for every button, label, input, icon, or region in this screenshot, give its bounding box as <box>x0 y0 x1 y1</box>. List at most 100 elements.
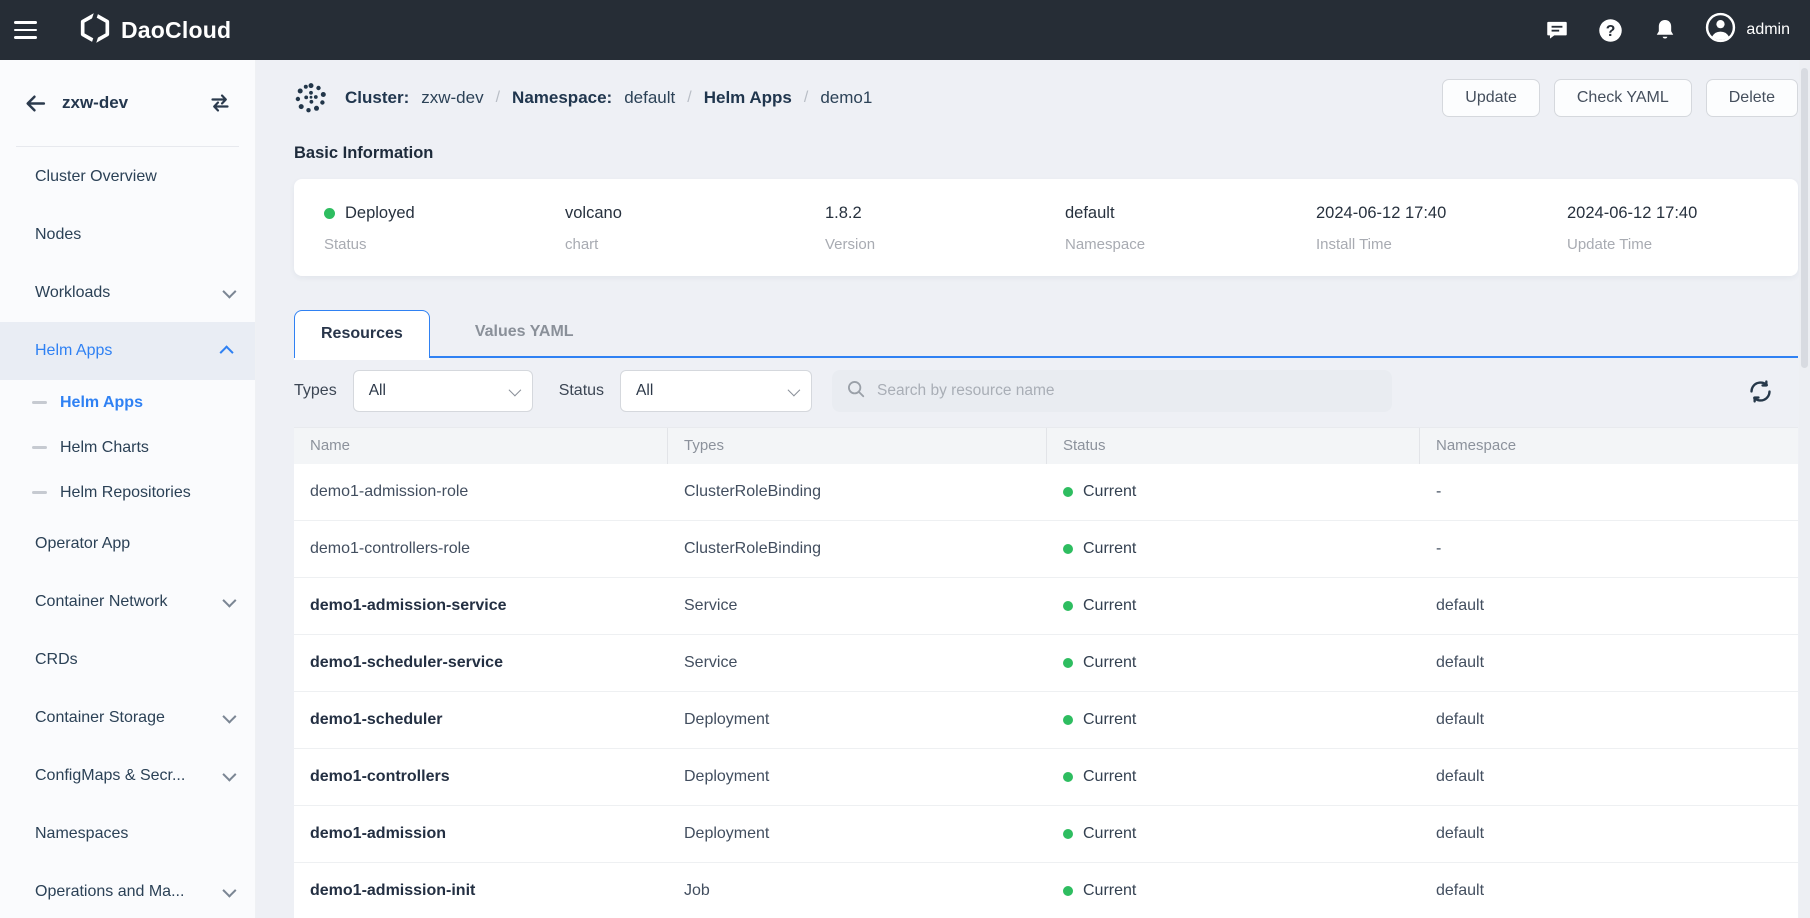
sidebar-item-helm-apps-sub[interactable]: Helm Apps <box>0 380 255 425</box>
hamburger-icon[interactable] <box>14 13 48 47</box>
info-label: chart <box>565 236 825 253</box>
breadcrumb-separator: / <box>496 89 500 107</box>
refresh-icon[interactable] <box>1745 376 1775 406</box>
check-yaml-button[interactable]: Check YAML <box>1554 79 1692 117</box>
scrollbar[interactable] <box>1799 60 1810 918</box>
info-field-chart: volcanochart <box>565 204 825 253</box>
column-header-namespace: Namespace <box>1420 428 1798 464</box>
sidebar-item-helm-repositories-sub[interactable]: Helm Repositories <box>0 470 255 515</box>
sidebar-item-operations-and-ma[interactable]: Operations and Ma... <box>0 863 255 918</box>
info-field-install-time: 2024-06-12 17:40Install Time <box>1316 204 1567 253</box>
sidebar-item-namespaces[interactable]: Namespaces <box>0 805 255 863</box>
tab-resources[interactable]: Resources <box>294 310 430 358</box>
status-dot <box>1063 715 1073 725</box>
status-dot <box>1063 829 1073 839</box>
resource-name[interactable]: demo1-admission <box>294 825 668 843</box>
column-header-types: Types <box>668 428 1047 464</box>
sidebar-item-cluster-overview[interactable]: Cluster Overview <box>0 148 255 206</box>
chevron-down-icon <box>222 710 236 724</box>
sidebar-item-helm-apps[interactable]: Helm Apps <box>0 322 255 380</box>
topbar-actions: ? admin <box>1543 12 1790 48</box>
sidebar-item-container-storage[interactable]: Container Storage <box>0 689 255 747</box>
subitem-dash-icon <box>32 401 47 404</box>
status-text: Current <box>1083 540 1136 558</box>
resource-name[interactable]: demo1-admission-role <box>294 483 668 501</box>
breadcrumb-demo1[interactable]: demo1 <box>820 88 872 108</box>
status-dot <box>324 208 335 219</box>
sidebar-item-configmaps-secr[interactable]: ConfigMaps & Secr... <box>0 747 255 805</box>
resource-name[interactable]: demo1-admission-service <box>294 597 668 615</box>
basic-information-card: DeployedStatusvolcanochart1.8.2Versionde… <box>294 179 1798 276</box>
chevron-down-icon <box>508 383 521 396</box>
sidebar-nav: Cluster Overview Nodes Workloads Helm Apps H… <box>0 147 255 918</box>
back-arrow-icon[interactable] <box>20 88 50 118</box>
resource-name[interactable]: demo1-controllers-role <box>294 540 668 558</box>
breadcrumb-helm-apps[interactable]: Helm Apps <box>704 88 792 108</box>
info-value-text: 2024-06-12 17:40 <box>1316 204 1446 223</box>
sidebar-item-container-network[interactable]: Container Network <box>0 573 255 631</box>
delete-button[interactable]: Delete <box>1706 79 1798 117</box>
scrollbar-thumb[interactable] <box>1801 68 1808 368</box>
info-label: Namespace <box>1065 236 1316 253</box>
resource-name[interactable]: demo1-controllers <box>294 768 668 786</box>
chat-icon[interactable] <box>1543 17 1570 44</box>
user-menu[interactable]: admin <box>1705 12 1790 48</box>
update-button[interactable]: Update <box>1442 79 1540 117</box>
search-input[interactable] <box>875 381 1378 401</box>
status-dot <box>1063 886 1073 896</box>
search-icon <box>846 379 866 404</box>
sidebar-item-label: Helm Apps <box>60 394 143 412</box>
table-body: demo1-admission-role ClusterRoleBinding Cu… <box>294 464 1798 918</box>
tab-bar: Resources Values YAML <box>294 310 1798 358</box>
resource-status: Current <box>1047 768 1420 786</box>
breadcrumb-zxw-dev[interactable]: zxw-dev <box>421 88 483 108</box>
resource-namespace: default <box>1420 768 1798 786</box>
status-text: Current <box>1083 882 1136 900</box>
switch-cluster-icon[interactable] <box>205 88 235 118</box>
sidebar-item-label: Helm Repositories <box>60 484 191 502</box>
resource-type: ClusterRoleBinding <box>668 540 1047 558</box>
info-value: Deployed <box>324 204 565 223</box>
info-value: default <box>1065 204 1316 223</box>
main-content: Cluster:zxw-dev/Namespace:default/Helm A… <box>256 60 1810 918</box>
resource-status: Current <box>1047 654 1420 672</box>
resource-name[interactable]: demo1-scheduler <box>294 711 668 729</box>
info-value: 2024-06-12 17:40 <box>1316 204 1567 223</box>
sidebar-item-label: Container Storage <box>35 709 165 727</box>
sidebar-item-workloads[interactable]: Workloads <box>0 264 255 322</box>
breadcrumb-default[interactable]: default <box>624 88 675 108</box>
help-icon[interactable]: ? <box>1597 17 1624 44</box>
status-select[interactable]: All <box>620 370 812 412</box>
sidebar-item-label: Operator App <box>35 535 130 553</box>
sidebar-item-crds[interactable]: CRDs <box>0 631 255 689</box>
table-row: demo1-admissionDeploymentCurrentdefault <box>294 806 1798 863</box>
sidebar-item-label: Workloads <box>35 284 110 302</box>
breadcrumb-namespace[interactable]: Namespace: <box>512 88 612 108</box>
resource-namespace: default <box>1420 597 1798 615</box>
tab-values-yaml[interactable]: Values YAML <box>448 310 601 356</box>
sidebar-item-label: Cluster Overview <box>35 168 157 186</box>
bell-icon[interactable] <box>1651 17 1678 44</box>
chevron-down-icon <box>222 768 236 782</box>
resource-name[interactable]: demo1-scheduler-service <box>294 654 668 672</box>
filter-bar: Types All Status All <box>294 370 1798 412</box>
resource-status: Current <box>1047 711 1420 729</box>
types-select[interactable]: All <box>353 370 533 412</box>
sidebar-item-label: Namespaces <box>35 825 128 843</box>
sidebar-item-nodes[interactable]: Nodes <box>0 206 255 264</box>
resource-namespace: default <box>1420 654 1798 672</box>
table-row: demo1-controllersDeploymentCurrentdefaul… <box>294 749 1798 806</box>
resource-name[interactable]: demo1-admission-init <box>294 882 668 900</box>
basic-information-title: Basic Information <box>294 144 1798 163</box>
sidebar-item-operator-app[interactable]: Operator App <box>0 515 255 573</box>
status-filter-label: Status <box>559 382 604 400</box>
resource-namespace: default <box>1420 711 1798 729</box>
chevron-down-icon <box>222 884 236 898</box>
status-text: Current <box>1083 483 1136 501</box>
status-dot <box>1063 658 1073 668</box>
sidebar-item-helm-charts-sub[interactable]: Helm Charts <box>0 425 255 470</box>
resource-type: Service <box>668 654 1047 672</box>
breadcrumb-cluster[interactable]: Cluster: <box>345 88 409 108</box>
sidebar-item-label: Container Network <box>35 593 168 611</box>
resource-type: Deployment <box>668 768 1047 786</box>
